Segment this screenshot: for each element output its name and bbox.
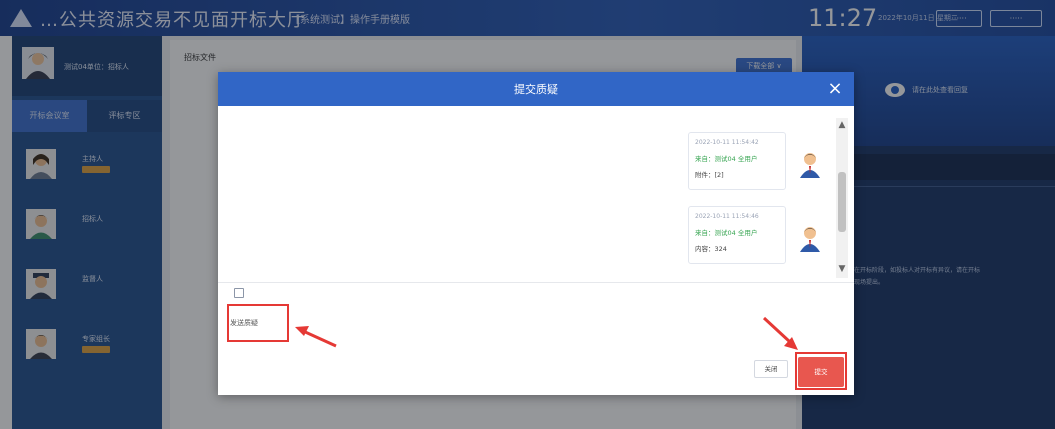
dialog-header: 提交质疑 ×	[218, 72, 854, 106]
message-content[interactable]: 附件：[2]	[695, 169, 724, 179]
highlight-box	[227, 304, 289, 342]
message-content: 内容：324	[695, 245, 727, 253]
message-sender: 来自：测试04 全用户	[695, 229, 758, 237]
highlight-box	[795, 352, 847, 390]
avatar	[800, 153, 820, 178]
close-button[interactable]: 关闭	[754, 360, 788, 378]
scrollbar-thumb[interactable]	[838, 172, 846, 232]
scroll-down-icon[interactable]: ▼	[837, 264, 847, 274]
close-icon[interactable]: ×	[824, 78, 846, 100]
submit-question-dialog: 提交质疑 × 2022-10-11 11:54:42 来自：测试04 全用户 附…	[218, 72, 854, 395]
message-bubble: 2022-10-11 11:54:42 来自：测试04 全用户 附件：[2]	[688, 132, 786, 190]
avatar	[800, 227, 820, 252]
attachment-icon[interactable]	[234, 288, 244, 298]
message-time: 2022-10-11 11:54:46	[695, 213, 759, 220]
divider	[218, 282, 854, 283]
dialog-title: 提交质疑	[514, 83, 558, 96]
message-bubble: 2022-10-11 11:54:46 来自：测试04 全用户 内容：324	[688, 206, 786, 264]
message-sender: 来自：测试04 全用户	[695, 155, 758, 163]
message-time: 2022-10-11 11:54:42	[695, 139, 759, 146]
scroll-up-icon[interactable]: ▲	[837, 120, 847, 130]
message-input[interactable]	[226, 306, 846, 354]
